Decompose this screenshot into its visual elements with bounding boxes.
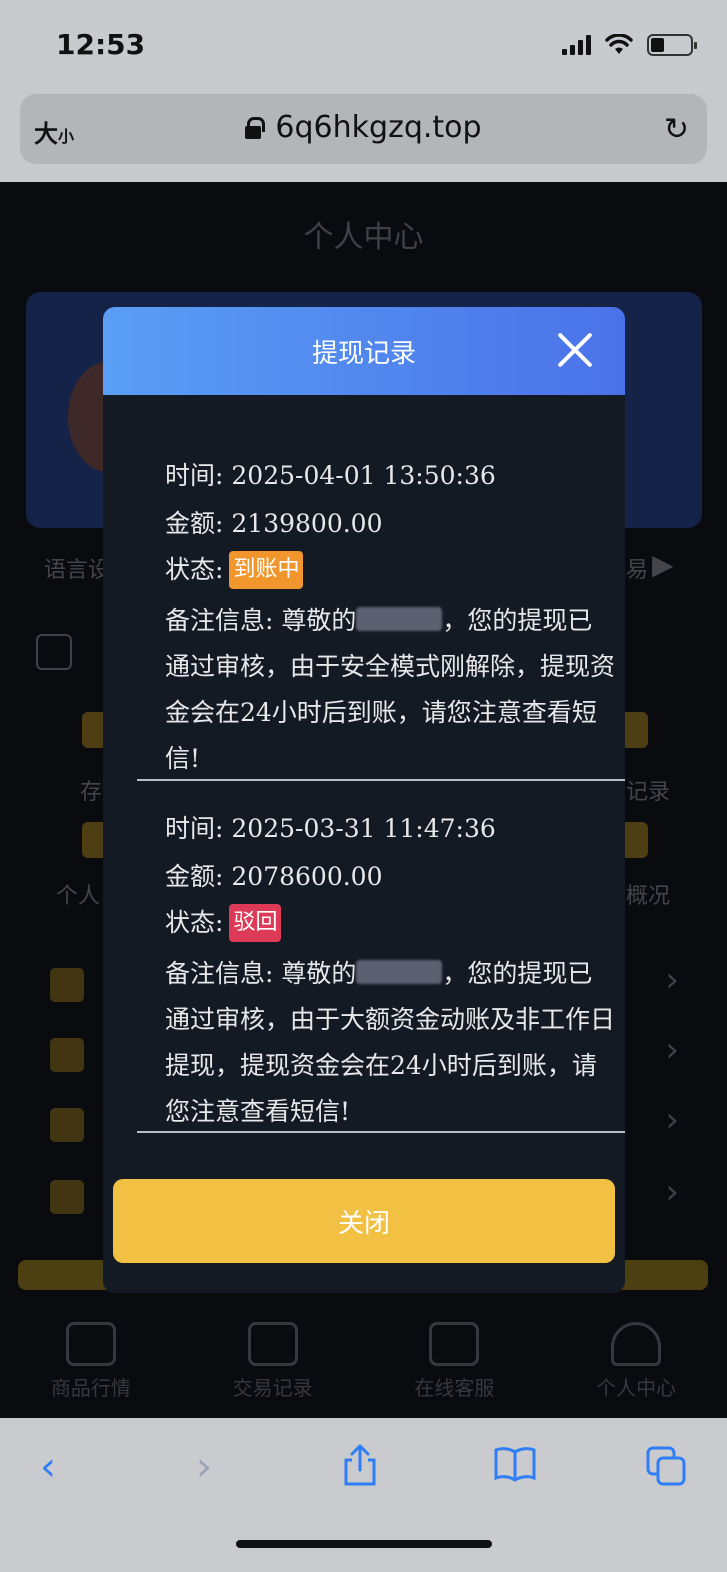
record-amount: 金额: 2078600.00 — [165, 862, 383, 891]
wifi-icon — [605, 34, 633, 54]
record-item: 时间: 2025-03-31 11:47:36 金额: 2078600.00 状… — [165, 805, 615, 1135]
status-badge: 驳回 — [229, 904, 282, 942]
home-indicator — [236, 1540, 492, 1548]
record-status: 状态: 驳回 — [165, 901, 615, 945]
forward-icon[interactable]: › — [196, 1444, 212, 1490]
record-time: 时间: 2025-03-31 11:47:36 — [165, 814, 496, 843]
record-time: 时间: 2025-04-01 13:50:36 — [165, 461, 496, 490]
record-note: 备注信息: 尊敬的 ，您的提现已通过审核，由于安全模式刚解除，提现资金会在24小时… — [165, 606, 616, 773]
redacted-name — [356, 960, 443, 984]
tabs-icon[interactable] — [646, 1446, 686, 1486]
url-field[interactable]: 6q6hkgzq.top — [20, 110, 707, 145]
withdrawal-records-modal: 提现记录 时间: 2025-04-01 13:50:36 金额: 2139800… — [103, 307, 625, 1293]
status-bar: 12:53 — [0, 0, 727, 90]
reload-icon[interactable]: ↻ — [664, 112, 689, 147]
record-status: 状态: 到账中 — [165, 548, 615, 592]
share-icon[interactable] — [342, 1442, 378, 1486]
modal-header: 提现记录 — [103, 307, 625, 395]
address-bar[interactable]: 大小 6q6hkgzq.top ↻ — [20, 94, 707, 164]
close-button[interactable]: 关闭 — [113, 1179, 615, 1263]
back-icon[interactable]: ‹ — [40, 1444, 56, 1490]
redacted-name — [356, 607, 443, 631]
bookmarks-icon[interactable] — [494, 1446, 536, 1482]
divider — [137, 779, 625, 781]
divider — [137, 1131, 625, 1133]
close-icon[interactable] — [555, 329, 595, 369]
record-note: 备注信息: 尊敬的 ，您的提现已通过审核，由于大额资金动账及非工作日提现，提现资金… — [165, 959, 616, 1126]
signal-icon — [562, 35, 591, 55]
battery-icon — [647, 34, 697, 56]
status-icons — [562, 34, 697, 56]
status-badge: 到账中 — [229, 551, 304, 589]
record-item: 时间: 2025-04-01 13:50:36 金额: 2139800.00 状… — [165, 452, 615, 782]
record-amount: 金额: 2139800.00 — [165, 509, 383, 538]
safari-toolbar: ‹ › — [0, 1418, 727, 1572]
status-time: 12:53 — [56, 28, 146, 61]
modal-title: 提现记录 — [311, 339, 416, 369]
lock-icon — [245, 117, 266, 139]
